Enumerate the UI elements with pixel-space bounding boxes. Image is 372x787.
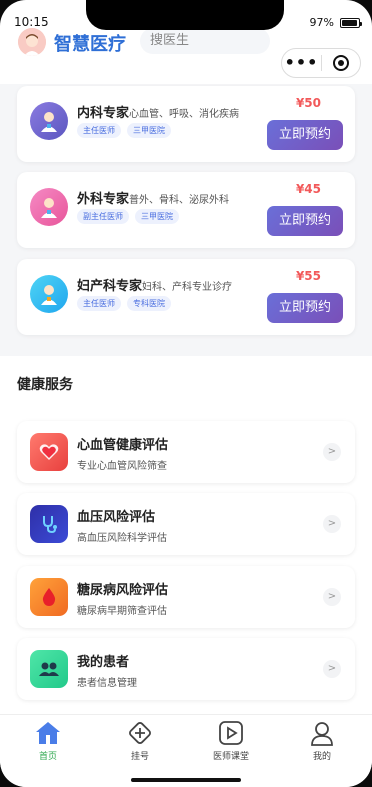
plus-diamond-icon [126,719,154,747]
user-icon [308,719,336,747]
status-time: 10:15 [14,15,49,29]
more-dots-icon[interactable]: ••• [282,49,321,77]
doctor-name: 内科专家 [77,106,130,121]
tag: 副主任医师 [77,209,129,224]
doctor-tags: 主任医师 三甲医院 [77,123,171,138]
doctor-title: 妇产科专家妇科、产科专业诊疗 [77,275,232,294]
tag: 主任医师 [77,123,121,138]
doctor-avatar-icon [30,188,68,226]
mini-program-capsule: ••• [281,48,361,78]
tag: 三甲医院 [135,209,179,224]
phone-screen: 10:15 97% 智慧医疗 搜医生 ••• 内科专家心血管、呼吸、消化疾病 主… [0,0,372,787]
service-subtitle: 专业心血管风险筛查 [77,461,167,472]
chevron-right-icon[interactable]: > [323,443,341,461]
doctor-desc: 普外、骨科、泌尿外科 [129,195,230,206]
tag: 主任医师 [77,296,121,311]
service-card[interactable]: 血压风险评估 高血压风险科学评估 > [17,493,355,555]
section-title: 健康服务 [17,377,73,393]
tab-label: 医师课堂 [212,752,249,762]
service-title: 糖尿病风险评估 [77,583,169,598]
doctor-tags: 主任医师 专科医院 [77,296,171,311]
service-title: 血压风险评估 [77,510,156,525]
service-card[interactable]: 我的患者 患者信息管理 > [17,638,355,700]
service-subtitle: 患者信息管理 [77,678,137,689]
tab-doctor-class[interactable]: 医师课堂 [201,719,261,762]
tag: 三甲医院 [127,123,171,138]
tab-bar: 首页 挂号 医师课堂 我的 [0,714,372,787]
stethoscope-icon [30,505,68,543]
chevron-right-icon[interactable]: > [323,588,341,606]
droplet-icon [30,578,68,616]
tab-register[interactable]: 挂号 [110,719,170,762]
doctor-card[interactable]: 内科专家心血管、呼吸、消化疾病 主任医师 三甲医院 ¥50 立即预约 [17,86,355,162]
status-right: 97% [309,16,362,29]
brand-title: 智慧医疗 [54,34,126,55]
tab-label: 首页 [38,752,57,762]
battery-percent: 97% [309,16,334,29]
tab-label: 挂号 [130,752,149,762]
doctor-tags: 副主任医师 三甲医院 [77,209,179,224]
doctor-title: 内科专家心血管、呼吸、消化疾病 [77,102,239,121]
search-input[interactable]: 搜医生 [140,28,270,54]
tab-home[interactable]: 首页 [18,719,78,762]
tab-me[interactable]: 我的 [292,719,352,762]
service-subtitle: 高血压风险科学评估 [77,533,167,544]
play-icon [217,719,245,747]
book-button[interactable]: 立即预约 [267,293,343,323]
people-icon [30,650,68,688]
app-header: 智慧医疗 搜医生 ••• [0,26,372,84]
doctor-desc: 心血管、呼吸、消化疾病 [129,109,240,120]
chevron-right-icon[interactable]: > [323,515,341,533]
doctor-desc: 妇科、产科专业诊疗 [142,282,233,293]
doctor-avatar-icon [30,102,68,140]
book-button[interactable]: 立即预约 [267,120,343,150]
price: ¥55 [295,269,321,283]
service-card[interactable]: 糖尿病风险评估 糖尿病早期筛查评估 > [17,566,355,628]
tag: 专科医院 [127,296,171,311]
price: ¥50 [295,96,321,110]
service-title: 心血管健康评估 [77,438,169,453]
service-title: 我的患者 [77,655,130,670]
battery-icon [340,17,362,28]
doctor-title: 外科专家普外、骨科、泌尿外科 [77,188,229,207]
home-icon [34,719,62,747]
notch [86,0,284,30]
chevron-right-icon[interactable]: > [323,660,341,678]
service-card[interactable]: 心血管健康评估 专业心血管风险筛查 > [17,421,355,483]
logo-avatar-icon [18,28,46,56]
close-target-icon[interactable] [322,55,360,71]
heart-icon [30,433,68,471]
doctor-avatar-icon [30,275,68,313]
doctor-name: 外科专家 [77,192,130,207]
price: ¥45 [295,182,321,196]
main-content: 内科专家心血管、呼吸、消化疾病 主任医师 三甲医院 ¥50 立即预约 外科专家普… [0,84,372,714]
doctor-card[interactable]: 外科专家普外、骨科、泌尿外科 副主任医师 三甲医院 ¥45 立即预约 [17,172,355,248]
tab-label: 我的 [312,752,331,762]
home-indicator[interactable] [131,778,241,782]
service-subtitle: 糖尿病早期筛查评估 [77,606,167,617]
doctor-card[interactable]: 妇产科专家妇科、产科专业诊疗 主任医师 专科医院 ¥55 立即预约 [17,259,355,335]
book-button[interactable]: 立即预约 [267,206,343,236]
doctor-name: 妇产科专家 [77,279,143,294]
